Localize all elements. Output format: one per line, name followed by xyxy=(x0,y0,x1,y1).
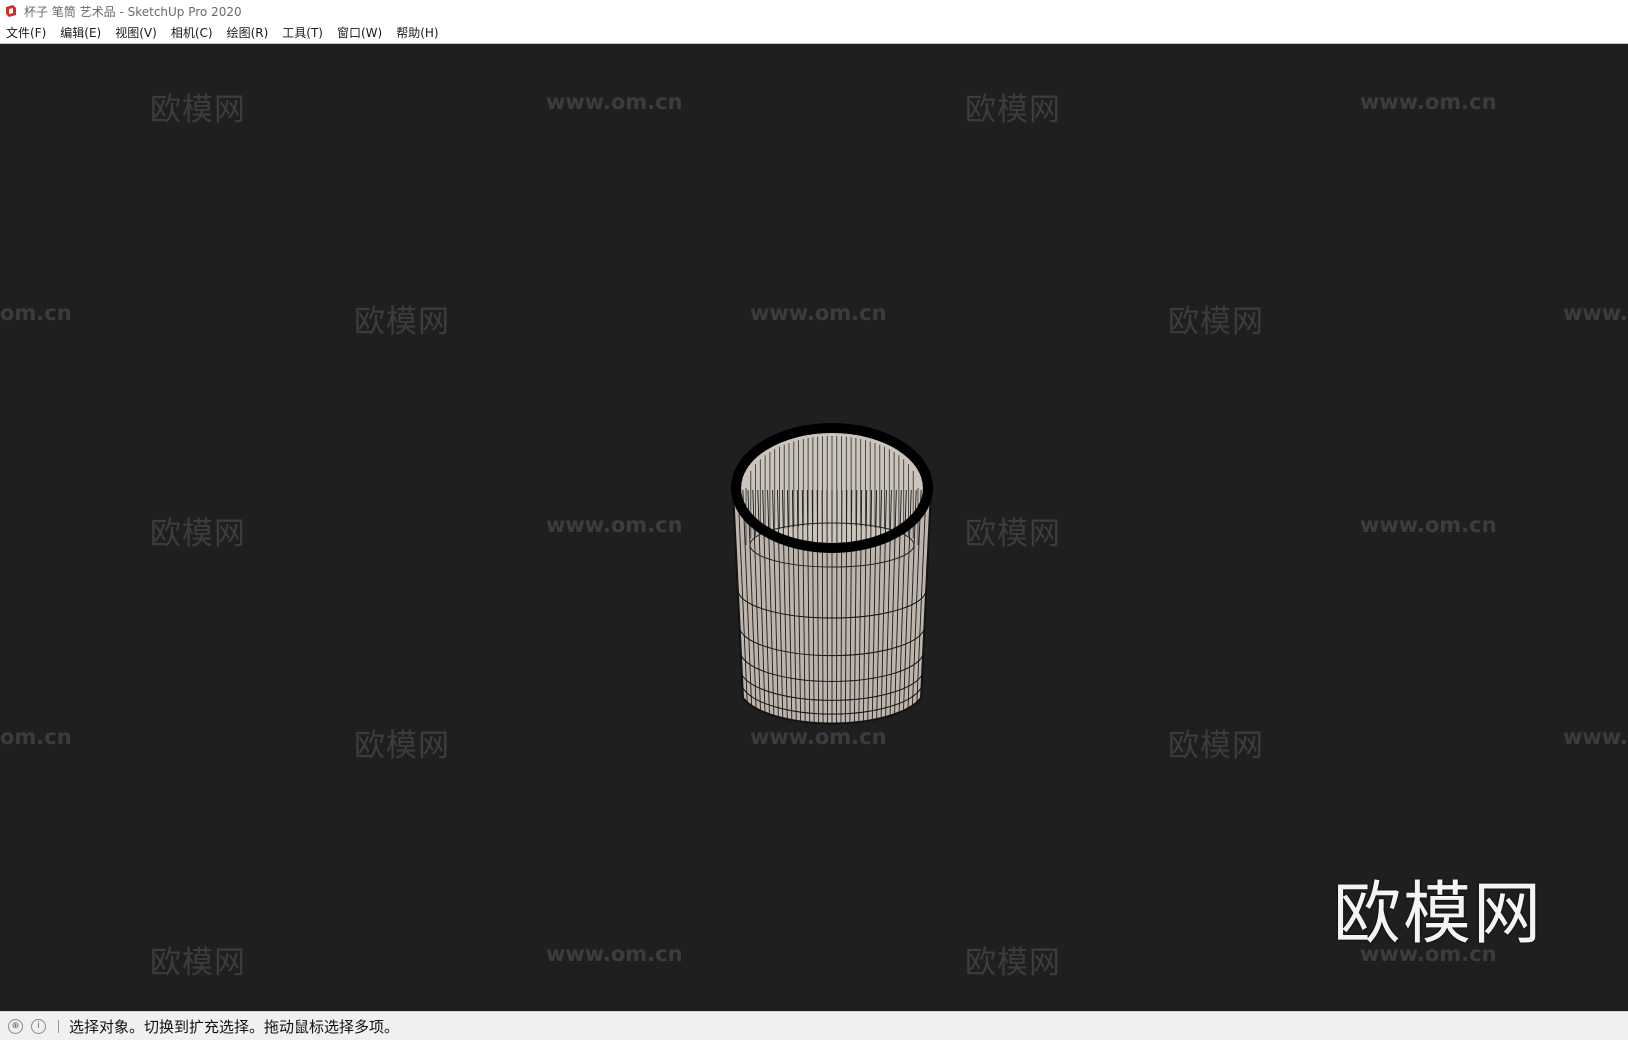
watermark-cn: 欧模网 xyxy=(965,516,1061,552)
watermark-url: www.om.cn xyxy=(546,513,683,537)
watermark-url: www. xyxy=(1563,301,1628,325)
watermark-url: www.om.cn xyxy=(1360,513,1497,537)
info-icon[interactable]: i xyxy=(31,1018,46,1034)
menu-view[interactable]: 视图(V) xyxy=(108,24,164,41)
menu-draw[interactable]: 绘图(R) xyxy=(220,24,276,41)
menu-camera[interactable]: 相机(C) xyxy=(164,24,220,41)
sketchup-logo-icon xyxy=(4,4,18,18)
geolocation-icon[interactable]: ⊕ xyxy=(8,1018,23,1034)
watermark-cn: 欧模网 xyxy=(1168,728,1264,764)
watermark-url: www.om.cn xyxy=(546,942,683,966)
watermark-url: www.om.cn xyxy=(750,301,887,325)
menu-help[interactable]: 帮助(H) xyxy=(389,24,445,41)
watermark-url: om.cn xyxy=(1,301,72,325)
watermark-cn: 欧模网 xyxy=(965,92,1061,128)
status-divider xyxy=(58,1019,59,1033)
watermark-cn: 欧模网 xyxy=(965,945,1061,981)
menu-window[interactable]: 窗口(W) xyxy=(330,24,389,41)
status-message: 选择对象。切换到扩充选择。拖动鼠标选择多项。 xyxy=(69,1017,400,1036)
watermark-cn: 欧模网 xyxy=(354,728,450,764)
watermark-cn: 欧模网 xyxy=(1168,304,1264,340)
title-bar: 杯子 笔筒 艺术品 - SketchUp Pro 2020 xyxy=(0,0,1628,22)
menu-edit[interactable]: 编辑(E) xyxy=(53,24,108,41)
watermark-url: www.om.cn xyxy=(546,90,683,114)
menu-tools[interactable]: 工具(T) xyxy=(275,24,330,41)
menu-bar: 文件(F) 编辑(E) 视图(V) 相机(C) 绘图(R) 工具(T) 窗口(W… xyxy=(0,22,1628,44)
watermark-cn: 欧模网 xyxy=(354,304,450,340)
model-viewport[interactable]: 欧模网 www.om.cn 欧模网 www.om.cn om.cn 欧模网 ww… xyxy=(1,44,1628,1011)
window-title: 杯子 笔筒 艺术品 - SketchUp Pro 2020 xyxy=(24,4,242,19)
watermark-url: om.cn xyxy=(1,725,72,749)
om-logo-watermark: 欧模网 xyxy=(1333,875,1544,954)
watermark-cn: 欧模网 xyxy=(150,945,246,981)
watermark-cn: 欧模网 xyxy=(150,92,246,128)
watermark-url: www. xyxy=(1563,725,1628,749)
watermark-cn: 欧模网 xyxy=(150,516,246,552)
status-bar: ⊕ i 选择对象。切换到扩充选择。拖动鼠标选择多项。 xyxy=(0,1011,1628,1040)
cup-3d-model[interactable] xyxy=(721,390,951,745)
watermark-url: www.om.cn xyxy=(1360,90,1497,114)
menu-file[interactable]: 文件(F) xyxy=(0,24,53,41)
